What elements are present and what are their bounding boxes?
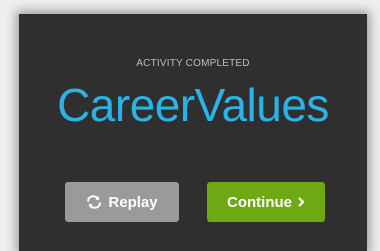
continue-button[interactable]: Continue xyxy=(207,182,325,222)
replay-button-label: Replay xyxy=(108,193,158,211)
continue-button-label: Continue xyxy=(227,193,292,211)
completion-card: ACTIVITY COMPLETED CareerValues Replay C… xyxy=(19,14,367,251)
replay-button[interactable]: Replay xyxy=(65,182,179,222)
replay-icon xyxy=(86,195,102,209)
activity-title: CareerValues xyxy=(57,79,329,131)
activity-status-label: ACTIVITY COMPLETED xyxy=(136,58,250,69)
page-background: ACTIVITY COMPLETED CareerValues Replay C… xyxy=(0,0,380,251)
chevron-right-icon xyxy=(298,197,305,207)
